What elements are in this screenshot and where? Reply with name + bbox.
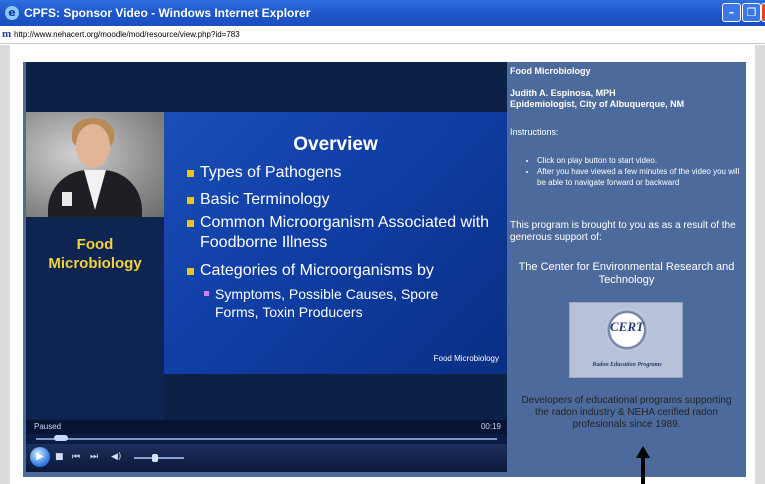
info-author: Judith A. Espinosa, MPH <box>510 88 616 98</box>
player-status: Paused <box>34 422 62 431</box>
volume-thumb[interactable] <box>151 454 158 462</box>
speaker-badge <box>62 192 72 206</box>
instructions-list: Click on play button to start video. Aft… <box>525 155 740 188</box>
close-button[interactable] <box>761 3 765 22</box>
speaker-video-thumbnail <box>26 112 164 217</box>
next-button[interactable]: ⏭ <box>90 451 98 463</box>
address-bar: m http://www.nehacert.org/moodle/mod/res… <box>0 26 765 44</box>
instructions-label: Instructions: <box>510 127 559 137</box>
ie-icon: e <box>5 6 19 20</box>
player-controls: ▶ ■ ⏮ ⏭ ◀) <box>26 444 507 472</box>
player-time: 00:19 <box>480 422 501 431</box>
slide-sub-bullet: Symptoms, Possible Causes, Spore Forms, … <box>204 285 485 321</box>
minimize-button[interactable]: – <box>722 3 741 22</box>
instruction-item: After you have viewed a few minutes of t… <box>537 166 740 188</box>
developers-text: Developers of educational programs suppo… <box>521 395 732 430</box>
slide-bullet: Basic Terminology <box>187 190 500 210</box>
cert-logo-text: CERT <box>610 319 644 334</box>
seek-thumb[interactable] <box>54 435 69 441</box>
video-side-label: Food Microbiology <box>26 217 164 419</box>
slide-title: Overview <box>293 134 378 155</box>
window-title: CPFS: Sponsor Video - Windows Internet E… <box>24 6 311 20</box>
slide-bullet: Common Microorganism Associated with Foo… <box>187 213 500 253</box>
volume-slider[interactable] <box>134 457 184 459</box>
cert-logo: CERT Radon Education Programs <box>569 302 683 378</box>
presentation-slide: Overview Types of Pathogens Basic Termin… <box>164 112 507 374</box>
speaker-head <box>76 124 110 168</box>
play-button[interactable]: ▶ <box>30 447 50 467</box>
window-titlebar: e CPFS: Sponsor Video - Windows Internet… <box>0 0 765 26</box>
player-status-bar: Paused 00:19 <box>26 420 507 434</box>
annotation-arrow-icon <box>636 446 650 484</box>
info-role: Epidemiologist, City of Albuquerque, NM <box>510 99 685 109</box>
stop-button[interactable]: ■ <box>55 451 64 463</box>
previous-button[interactable]: ⏮ <box>72 451 80 463</box>
video-side-title: Food Microbiology <box>48 236 142 272</box>
mute-button[interactable]: ◀) <box>111 451 121 463</box>
seek-bar[interactable] <box>26 434 507 444</box>
moodle-icon: m <box>2 28 12 40</box>
program-support-text: This program is brought to you as as a r… <box>510 220 736 243</box>
url-field[interactable]: http://www.nehacert.org/moodle/mod/resou… <box>14 29 240 41</box>
instruction-item: Click on play button to start video. <box>537 155 740 166</box>
slide-bullet: Categories of Microorganisms by <box>187 261 500 281</box>
info-title: Food Microbiology <box>510 66 591 76</box>
seek-track[interactable] <box>36 438 497 440</box>
cert-logo-subtitle: Radon Education Programs <box>592 362 662 368</box>
center-name: The Center for Environmental Research an… <box>518 261 735 286</box>
maximize-button[interactable]: ❐ <box>742 3 761 22</box>
slide-footer: Food Microbiology <box>433 354 499 363</box>
info-panel: Food Microbiology Judith A. Espinosa, MP… <box>507 62 746 477</box>
slide-bullet: Types of Pathogens <box>187 163 500 183</box>
